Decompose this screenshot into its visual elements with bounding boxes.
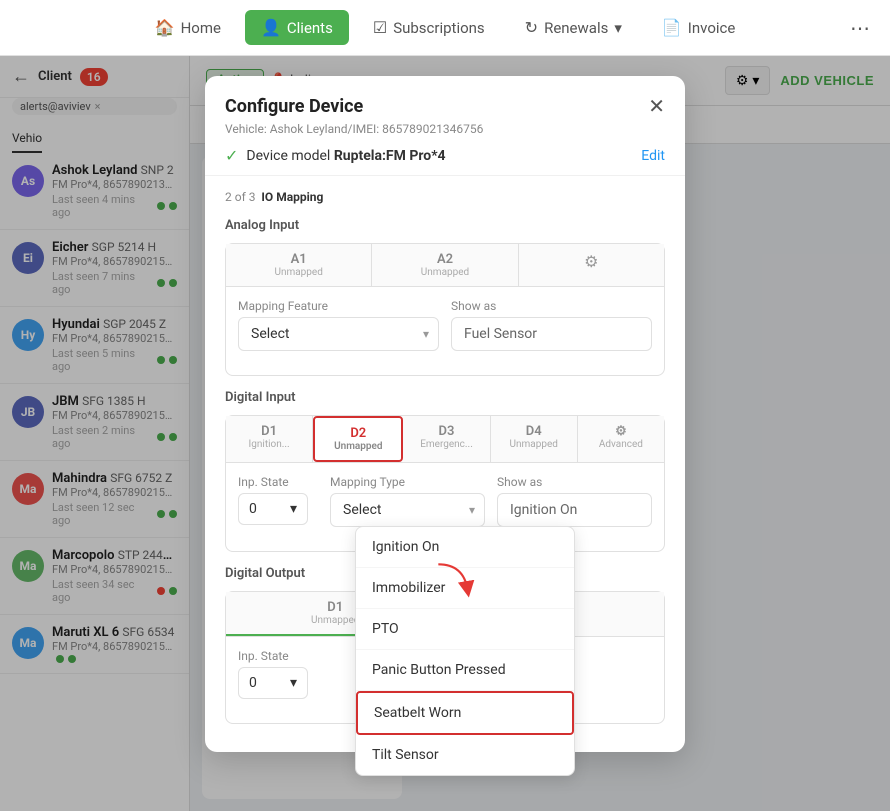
analog-tab-advanced[interactable]: ⚙ [519,244,664,286]
analog-tabs-row: A1 Unmapped A2 Unmapped ⚙ Mapping Featur… [225,243,665,376]
subscriptions-icon: ☑ [373,18,387,37]
show-as-group: Show as Fuel Sensor [451,299,652,351]
nav-renewals[interactable]: ↻ Renewals ▾ [509,10,638,45]
do-inp-state-label: Inp. State [238,649,318,663]
dropdown-item-tilt-sensor[interactable]: Tilt Sensor [356,735,574,775]
nav-more-button[interactable]: ⋯ [850,16,870,40]
inp-state-label: Inp. State [238,475,318,489]
modal-title: Configure Device [225,96,363,117]
inp-state-group: Inp. State 0 ▾ [238,475,318,527]
analog-inner: Mapping Feature Select ▾ Show as [226,287,664,375]
nav-clients[interactable]: 👤 Clients [245,10,349,45]
a1-tab-label: A1 [230,252,367,267]
a2-tab-sub: Unmapped [376,267,513,278]
dropdown-item-immobilizer[interactable]: Immobilizer [356,568,574,609]
analog-tab-a1[interactable]: A1 Unmapped [226,244,372,286]
digital-form-row: Inp. State 0 ▾ Mapping Type [238,475,652,527]
step-indicator: 2 of 3 IO Mapping [225,190,665,204]
renewals-icon: ↻ [525,18,538,37]
digital-tabs: D1 Ignition... D2 Unmapped D3 Emergenc..… [226,416,664,463]
mapping-type-select[interactable]: Select ▾ [330,493,485,527]
mapping-type-select-wrapper[interactable]: Select ▾ [330,493,485,527]
digital-show-as-group: Show as Ignition On [497,475,652,527]
digital-tab-advanced[interactable]: ⚙ Advanced [578,416,664,462]
a2-tab-label: A2 [376,252,513,267]
digital-tab-d4[interactable]: D4 Unmapped [491,416,578,462]
nav-home-label: Home [181,19,221,37]
mapping-type-label: Mapping Type [330,475,485,489]
mapping-feature-group: Mapping Feature Select ▾ [238,299,439,351]
device-model-label: Device model Ruptela:FM Pro*4 [246,148,445,164]
select-arrow-icon: ▾ [423,327,429,341]
modal-subtitle: Vehicle: Ashok Leyland/IMEI: 86578902134… [225,122,665,136]
invoice-icon: 📄 [662,18,682,37]
mapping-type-arrow-icon: ▾ [469,503,475,517]
mapping-feature-label: Mapping Feature [238,299,439,313]
digital-tab-d2[interactable]: D2 Unmapped [313,416,403,462]
analog-tabs: A1 Unmapped A2 Unmapped ⚙ [226,244,664,287]
show-as-label: Show as [451,299,652,313]
digital-tab-d1[interactable]: D1 Ignition... [226,416,313,462]
edit-device-link[interactable]: Edit [641,148,665,164]
modal-device-info: ✓ Device model Ruptela:FM Pro*4 Edit [225,146,665,165]
dropdown-item-seatbelt[interactable]: Seatbelt Worn [356,691,574,735]
nav-home[interactable]: 🏠 Home [139,10,237,45]
nav-invoice[interactable]: 📄 Invoice [646,10,751,45]
digital-show-as-label: Show as [497,475,652,489]
analog-form-row: Mapping Feature Select ▾ Show as [238,299,652,351]
check-icon: ✓ [225,146,238,165]
clients-icon: 👤 [261,18,281,37]
do-arrow-icon: ▾ [290,675,297,691]
mapping-feature-select[interactable]: Select ▾ [238,317,439,351]
modal-overlay: Configure Device ✕ Vehicle: Ashok Leylan… [0,56,890,811]
modal-header: Configure Device ✕ Vehicle: Ashok Leylan… [205,76,685,176]
nav-subscriptions[interactable]: ☑ Subscriptions [357,10,501,45]
top-nav: 🏠 Home 👤 Clients ☑ Subscriptions ↻ Renew… [0,0,890,56]
a1-tab-sub: Unmapped [230,267,367,278]
inp-state-select[interactable]: 0 ▾ [238,493,308,525]
modal-close-button[interactable]: ✕ [648,94,665,118]
do-inp-state-select[interactable]: 0 ▾ [238,667,308,699]
home-icon: 🏠 [155,18,175,37]
analog-tab-a2[interactable]: A2 Unmapped [372,244,518,286]
nav-subscriptions-label: Subscriptions [393,19,484,37]
nav-invoice-label: Invoice [688,19,736,37]
mapping-feature-select-wrapper[interactable]: Select ▾ [238,317,439,351]
show-as-input[interactable]: Fuel Sensor [451,317,652,351]
dropdown-item-panic-button[interactable]: Panic Button Pressed [356,650,574,691]
nav-renewals-label: Renewals [544,19,608,37]
digital-show-as-input[interactable]: Ignition On [497,493,652,527]
mapping-type-group: Mapping Type Select ▾ [330,475,485,527]
digital-tab-d3[interactable]: D3 Emergenc... [403,416,490,462]
nav-clients-label: Clients [287,19,333,37]
do-inp-state-group: Inp. State 0 ▾ [238,649,318,699]
chevron-down-icon: ▾ [614,19,622,37]
digital-input-section-label: Digital Input [225,390,665,405]
mapping-type-dropdown: Ignition On Immobilizer PTO Panic Button… [355,526,575,776]
dropdown-item-pto[interactable]: PTO [356,609,574,650]
inp-state-arrow-icon: ▾ [290,501,297,517]
analog-input-section-label: Analog Input [225,218,665,233]
dropdown-item-ignition-on[interactable]: Ignition On [356,527,574,568]
